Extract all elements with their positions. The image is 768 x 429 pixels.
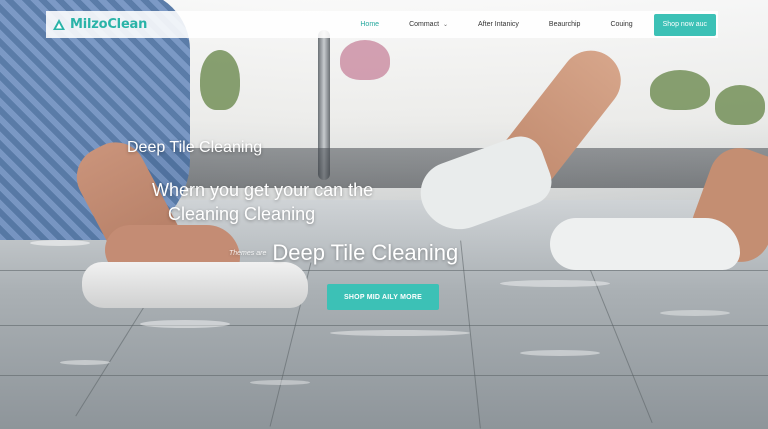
hero-label: Deep Tile Cleaning [127,139,263,156]
nav-menu: Home Commact ⌄ After Intanicy Beaurchip C… [345,11,718,38]
hero-subtitle-big: Deep Tile Cleaning [272,240,459,265]
cleaning-cloth [82,262,308,308]
nav-item-home[interactable]: Home [360,21,379,28]
logo[interactable]: MilzoClean [46,17,196,32]
flower-decor [340,40,390,80]
nav-item-commact[interactable]: Commact ⌄ [409,21,448,28]
glove-right [550,218,740,270]
plant-decor [650,70,710,110]
nav-item-beaurchip[interactable]: Beaurchip [549,21,581,28]
chevron-down-icon: ⌄ [443,22,449,28]
hero-cta-button[interactable]: SHOP MID AILY MORE [327,284,439,310]
hero-subtitle: Themes are Deep Tile Cleaning [229,240,458,266]
hero-title-line2: Cleaning Cleaning [168,204,316,224]
nav-item-couing[interactable]: Couing [610,21,632,28]
plant-decor [715,85,765,125]
navbar: MilzoClean Home Commact ⌄ After Intanicy … [46,11,718,38]
nav-item-after-intanicy[interactable]: After Intanicy [478,21,519,28]
hero-background [0,0,768,429]
shop-now-button[interactable]: Shop now auc [653,13,716,36]
triangle-logo-icon [53,18,65,30]
nav-item-label: Commact [409,21,440,28]
hero-title-line1: Whern you get your can the [152,180,374,200]
hero-subtitle-small: Themes are [229,249,267,257]
plant-decor [200,50,240,110]
brand-name: MilzoClean [70,17,148,32]
hero-title: Whern you get your can the Cleaning Clea… [152,178,373,226]
